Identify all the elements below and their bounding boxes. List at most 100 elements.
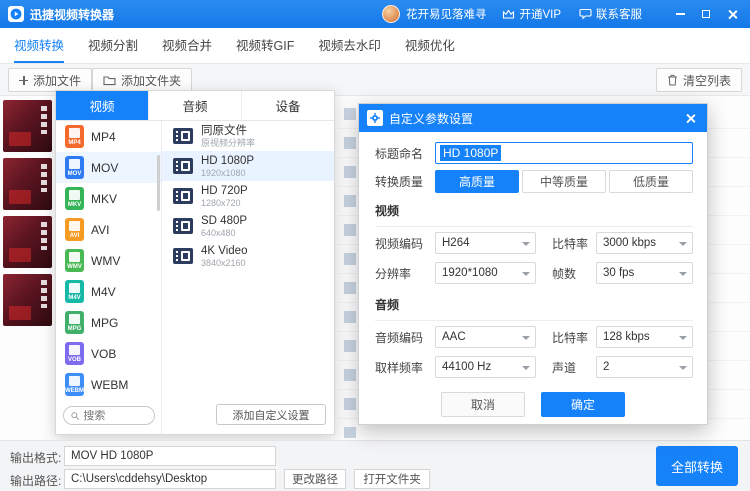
audio-codec-label: 音频编码 <box>375 330 424 345</box>
name-label: 标题命名 <box>375 146 424 161</box>
quality-low-button[interactable]: 低质量 <box>609 169 693 193</box>
film-icon <box>173 188 193 204</box>
add-file-label: 添加文件 <box>33 73 82 88</box>
file-format-icon: VOB <box>65 342 84 365</box>
trash-icon <box>667 74 677 86</box>
video-thumbnail[interactable] <box>3 158 52 210</box>
support-button[interactable]: 联系客服 <box>579 6 642 22</box>
chevron-down-icon <box>679 336 687 340</box>
format-item-wmv[interactable]: WMV WMV <box>56 245 161 276</box>
add-custom-settings-button[interactable]: 添加自定义设置 <box>216 404 326 425</box>
format-item-avi[interactable]: AVI AVI <box>56 214 161 245</box>
confirm-button[interactable]: 确定 <box>541 392 625 417</box>
selected-text: HD 1080P <box>440 145 502 161</box>
video-thumbnail[interactable] <box>3 100 52 152</box>
audio-codec-select[interactable]: AAC <box>435 326 536 348</box>
settings-gear-icon <box>367 110 383 126</box>
clear-list-label: 清空列表 <box>682 73 731 88</box>
format-list: MP4 MP4 MOV MOV MKV MKV AVI AVI WMV WMV … <box>56 121 161 434</box>
format-item-mov[interactable]: MOV MOV <box>56 152 161 183</box>
framerate-select[interactable]: 30 fps <box>595 262 693 284</box>
output-format-select[interactable]: MOV HD 1080P <box>64 446 276 466</box>
chevron-down-icon <box>521 272 530 276</box>
open-folder-button[interactable]: 打开文件夹 <box>354 469 430 489</box>
file-format-icon: WMV <box>65 249 84 272</box>
file-format-icon: M4V <box>65 280 84 303</box>
minimize-button[interactable] <box>672 5 688 23</box>
video-thumbnail[interactable] <box>3 216 52 268</box>
change-path-button[interactable]: 更改路径 <box>284 469 346 489</box>
add-folder-button[interactable]: 添加文件夹 <box>92 68 193 92</box>
resolution-item-original[interactable]: 同原文件 原视频分辨率 <box>162 121 334 151</box>
user-avatar[interactable] <box>381 5 400 23</box>
plus-icon <box>19 75 28 85</box>
output-path-value: C:\Users\cddehsy\Desktop <box>71 473 208 485</box>
chevron-down-icon <box>679 366 687 370</box>
resolution-item-480p[interactable]: SD 480P 640x480 <box>162 211 334 241</box>
video-bitrate-select[interactable]: 3000 kbps <box>595 232 693 254</box>
resolution-item-720p[interactable]: HD 720P 1280x720 <box>162 181 334 211</box>
dialog-close-button[interactable] <box>681 109 699 127</box>
format-panel: 视频 音频 设备 MP4 MP4 MOV MOV MKV MKV AVI AVI… <box>55 90 335 435</box>
clear-list-button[interactable]: 清空列表 <box>655 68 742 92</box>
video-thumbnail[interactable] <box>3 274 52 326</box>
vip-button[interactable]: 开通VIP <box>502 6 561 22</box>
video-section-title: 视频 <box>375 202 693 227</box>
video-codec-label: 视频编码 <box>375 236 424 251</box>
file-format-icon: MPG <box>65 311 84 334</box>
format-item-m4v[interactable]: M4V M4V <box>56 276 161 307</box>
tab-remove-watermark[interactable]: 视频去水印 <box>318 28 381 63</box>
framerate-label: 帧数 <box>551 266 576 281</box>
scrollbar-thumb[interactable] <box>157 155 160 211</box>
video-bitrate-label: 比特率 <box>551 236 588 251</box>
title-name-input[interactable]: HD 1080P <box>435 142 693 164</box>
audio-bitrate-label: 比特率 <box>551 330 588 345</box>
chat-icon <box>579 8 592 20</box>
format-item-mp4[interactable]: MP4 MP4 <box>56 121 161 152</box>
file-format-icon: MOV <box>65 156 84 179</box>
search-icon <box>71 411 80 420</box>
add-file-button[interactable]: 添加文件 <box>8 68 93 92</box>
tab-video-merge[interactable]: 视频合并 <box>162 28 212 63</box>
quality-high-button[interactable]: 高质量 <box>435 169 519 193</box>
dialog-title: 自定义参数设置 <box>389 111 474 126</box>
username[interactable]: 花开易见落难寻 <box>406 6 487 22</box>
video-codec-select[interactable]: H264 <box>435 232 536 254</box>
output-path-field[interactable]: C:\Users\cddehsy\Desktop <box>64 469 276 489</box>
tab-video-optimize[interactable]: 视频优化 <box>405 28 455 63</box>
quality-medium-button[interactable]: 中等质量 <box>522 169 606 193</box>
audio-section-title: 音频 <box>375 296 693 321</box>
output-format-label: 输出格式: <box>10 451 62 465</box>
audio-bitrate-select[interactable]: 128 kbps <box>595 326 693 348</box>
convert-all-button[interactable]: 全部转换 <box>656 446 738 486</box>
chevron-down-icon <box>521 336 530 340</box>
custom-params-dialog: 自定义参数设置 标题命名 HD 1080P 转换质量 高质量 中等质量 低质量 … <box>358 103 708 425</box>
format-item-vob[interactable]: VOB VOB <box>56 338 161 369</box>
format-item-webm[interactable]: WEBM WEBM <box>56 369 161 400</box>
maximize-button[interactable] <box>698 5 714 23</box>
channel-select[interactable]: 2 <box>595 356 693 378</box>
format-item-mkv[interactable]: MKV MKV <box>56 183 161 214</box>
format-tab-audio[interactable]: 音频 <box>149 91 242 120</box>
resolution-item-4k[interactable]: 4K Video 3840x2160 <box>162 241 334 271</box>
format-tab-video[interactable]: 视频 <box>56 91 149 120</box>
resolution-item-1080p[interactable]: HD 1080P 1920x1080 <box>162 151 334 181</box>
close-button[interactable] <box>724 5 740 23</box>
tab-video-to-gif[interactable]: 视频转GIF <box>236 28 294 63</box>
search-input[interactable] <box>83 409 147 422</box>
output-path-label: 输出路径: <box>10 474 62 488</box>
cancel-button[interactable]: 取消 <box>441 392 525 417</box>
file-format-icon: MKV <box>65 187 84 210</box>
format-item-mpg[interactable]: MPG MPG <box>56 307 161 338</box>
film-icon <box>173 128 193 144</box>
resolution-select[interactable]: 1920*1080 <box>435 262 536 284</box>
resolution-list: 同原文件 原视频分辨率 HD 1080P 1920x1080 HD 720P 1280… <box>161 121 334 434</box>
quality-segment: 高质量 中等质量 低质量 <box>435 169 693 193</box>
sample-rate-select[interactable]: 44100 Hz <box>435 356 536 378</box>
tab-video-convert[interactable]: 视频转换 <box>14 28 65 63</box>
main-tabbar: 视频转换 视频分割 视频合并 视频转GIF 视频去水印 视频优化 <box>0 28 750 64</box>
close-icon <box>727 9 737 19</box>
format-tab-device[interactable]: 设备 <box>242 91 334 120</box>
tab-video-split[interactable]: 视频分割 <box>88 28 138 63</box>
dialog-header: 自定义参数设置 <box>359 104 707 132</box>
